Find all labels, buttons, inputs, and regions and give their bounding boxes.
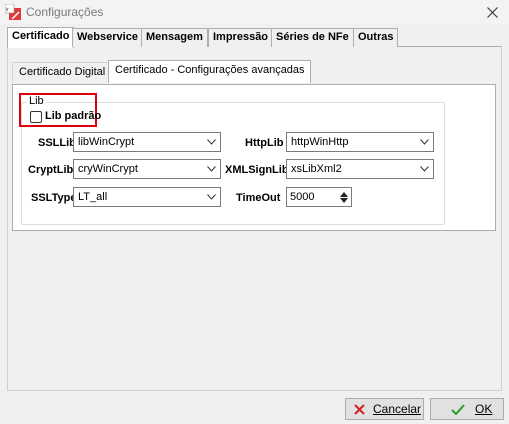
window-title: Configurações [26, 5, 104, 19]
title-bar: ir Configurações [0, 0, 509, 24]
tab-impressao[interactable]: Impressão [208, 28, 274, 47]
timeout-label: TimeOut [236, 192, 281, 204]
tab-webservice[interactable]: Webservice [72, 28, 143, 47]
ssltype-label: SSLType [31, 192, 77, 204]
xmlsignlib-value: xsLibXml2 [291, 163, 342, 175]
svg-text:ir: ir [6, 7, 9, 13]
xmlsignlib-label: XMLSignLib [225, 164, 289, 176]
check-icon [451, 403, 465, 415]
chevron-down-icon [207, 139, 216, 145]
tab-outras[interactable]: Outras [353, 28, 399, 47]
ssltype-select[interactable]: LT_all [73, 187, 221, 207]
cancel-button[interactable]: Cancelar [345, 398, 424, 420]
tab-series-nfe[interactable]: Séries de NFe [271, 28, 354, 47]
ssllib-value: libWinCrypt [78, 136, 135, 148]
chevron-down-icon [207, 166, 216, 172]
cryptlib-value: cryWinCrypt [78, 163, 138, 175]
close-icon [486, 6, 498, 18]
x-icon [354, 403, 365, 415]
tab-certificado[interactable]: Certificado [7, 27, 75, 48]
timeout-value: 5000 [290, 191, 315, 203]
spin-down-icon[interactable] [339, 197, 349, 205]
chevron-down-icon [420, 166, 429, 172]
chevron-down-icon [420, 139, 429, 145]
httplib-select[interactable]: httpWinHttp [286, 132, 434, 152]
ssllib-label: SSLLib [38, 137, 76, 149]
cryptlib-select[interactable]: cryWinCrypt [73, 159, 221, 179]
close-button[interactable] [475, 0, 509, 24]
lib-padrao-checkbox[interactable] [30, 111, 42, 123]
cancel-label: Cancelar [373, 402, 422, 416]
lib-padrao-label[interactable]: Lib padrão [45, 110, 101, 122]
cryptlib-label: CryptLib [28, 164, 74, 176]
nfe-app-icon: ir [5, 4, 21, 20]
ssltype-value: LT_all [78, 191, 108, 203]
xmlsignlib-select[interactable]: xsLibXml2 [286, 159, 434, 179]
httplib-value: httpWinHttp [291, 136, 349, 148]
ssllib-select[interactable]: libWinCrypt [73, 132, 221, 152]
subtab-certificado-digital[interactable]: Certificado Digital [12, 62, 112, 83]
ok-label: OK [475, 402, 493, 416]
timeout-spinner[interactable]: 5000 [286, 187, 352, 207]
chevron-down-icon [207, 194, 216, 200]
subtab-configuracoes-avancadas[interactable]: Certificado - Configurações avançadas [108, 60, 311, 83]
ok-button[interactable]: OK [430, 398, 504, 420]
httplib-label: HttpLib [245, 137, 284, 149]
tab-mensagem[interactable]: Mensagem [141, 28, 208, 47]
